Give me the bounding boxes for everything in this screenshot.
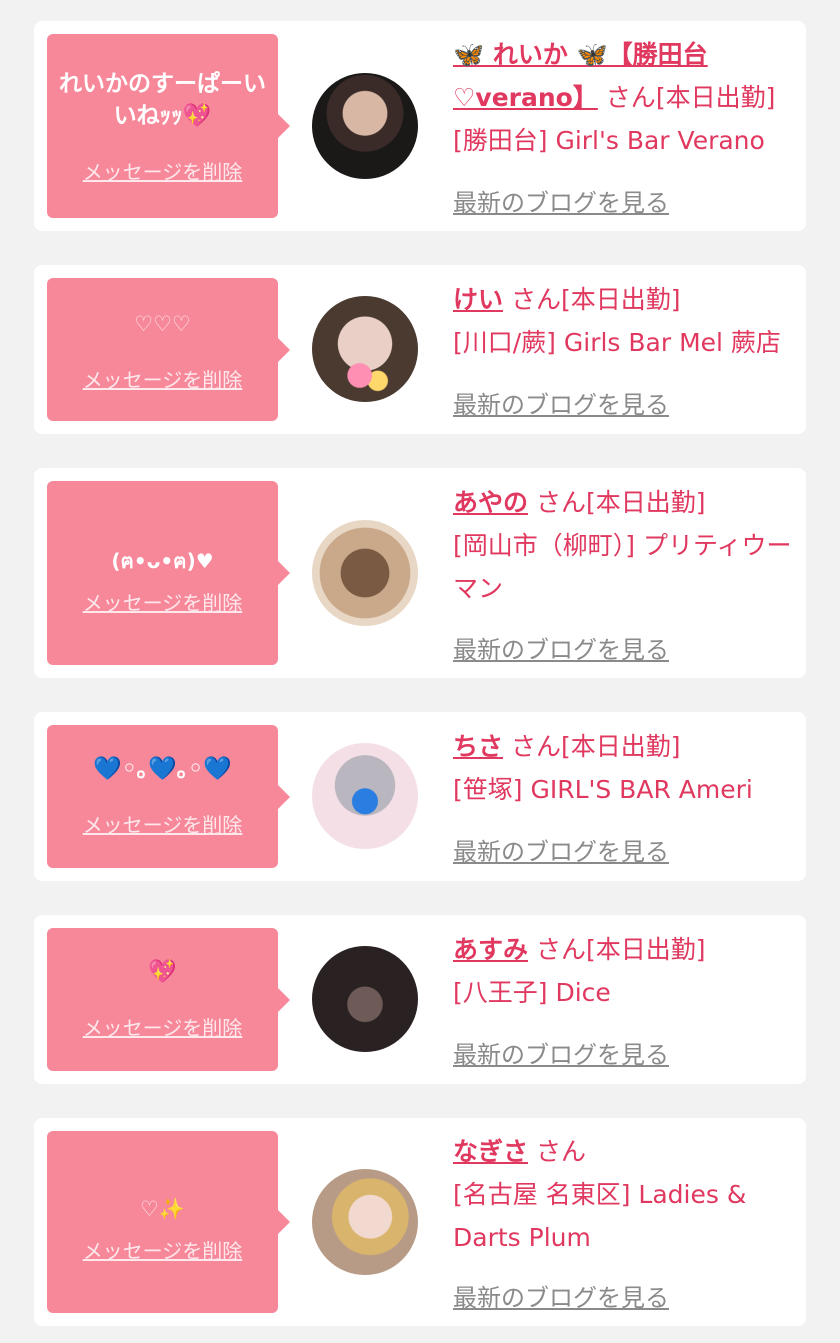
avatar[interactable] xyxy=(312,946,418,1052)
san-suffix: さん xyxy=(605,83,656,112)
girl-name-link[interactable]: なぎさ xyxy=(453,1137,528,1166)
shop-name: [笹塚] GIRL'S BAR Ameri xyxy=(453,775,753,804)
girl-info: あやの さん[本日出勤] [岡山市（柳町）] プリティウーマン xyxy=(453,481,794,610)
girl-name-link[interactable]: あすみ xyxy=(453,935,528,964)
message-text: れいかのすーぱーいいねｯｯ💖 xyxy=(59,71,266,129)
latest-blog-link[interactable]: 最新のブログを見る xyxy=(453,1035,669,1070)
message-bubble: ♡✨ メッセージを削除 xyxy=(47,1131,290,1313)
message-bubble: ♡♡♡ メッセージを削除 xyxy=(47,278,290,421)
message-text: (ฅ•ᴗ•ฅ)♥ xyxy=(111,549,214,573)
delete-message-link[interactable]: メッセージを削除 xyxy=(47,364,278,393)
attendance-status: [本日出勤] xyxy=(560,732,681,761)
delete-message-link[interactable]: メッセージを削除 xyxy=(47,809,278,838)
shop-name: [名古屋 名東区] Ladies & Darts Plum xyxy=(453,1180,747,1252)
avatar[interactable] xyxy=(312,1169,418,1275)
shop-name: [八王子] Dice xyxy=(453,978,611,1007)
san-suffix: さん xyxy=(510,285,561,314)
attendance-status: [本日出勤] xyxy=(585,935,706,964)
attendance-status: [本日出勤] xyxy=(585,488,706,517)
girl-name-link[interactable]: けい xyxy=(453,285,503,314)
girl-name-link[interactable]: あやの xyxy=(453,488,528,517)
avatar[interactable] xyxy=(312,73,418,179)
san-suffix: さん xyxy=(535,488,586,517)
message-bubble: 💖 メッセージを削除 xyxy=(47,928,290,1071)
shop-name: [勝田台] Girl's Bar Verano xyxy=(453,126,765,155)
message-text: 💙◦｡💙｡◦💙 xyxy=(93,756,232,782)
san-suffix: さん xyxy=(535,935,586,964)
latest-blog-link[interactable]: 最新のブログを見る xyxy=(453,385,669,420)
girl-card: (ฅ•ᴗ•ฅ)♥ メッセージを削除 あやの さん[本日出勤] [岡山市（柳町）]… xyxy=(34,468,806,678)
girl-card: ♡♡♡ メッセージを削除 けい さん[本日出勤] [川口/蕨] Girls Ba… xyxy=(34,265,806,434)
delete-message-link[interactable]: メッセージを削除 xyxy=(47,1012,278,1041)
girl-info: けい さん[本日出勤] [川口/蕨] Girls Bar Mel 蕨店 xyxy=(453,278,794,364)
delete-message-link[interactable]: メッセージを削除 xyxy=(47,587,278,616)
message-bubble: れいかのすーぱーいいねｯｯ💖 メッセージを削除 xyxy=(47,34,290,218)
latest-blog-link[interactable]: 最新のブログを見る xyxy=(453,183,669,218)
girl-card: れいかのすーぱーいいねｯｯ💖 メッセージを削除 🦋 れいか 🦋【勝田台♡vera… xyxy=(34,21,806,231)
latest-blog-link[interactable]: 最新のブログを見る xyxy=(453,832,669,867)
delete-message-link[interactable]: メッセージを削除 xyxy=(47,156,278,185)
girl-name-link[interactable]: ちさ xyxy=(453,732,503,761)
girl-card: ♡✨ メッセージを削除 なぎさ さん [名古屋 名東区] Ladies & Da… xyxy=(34,1118,806,1326)
avatar[interactable] xyxy=(312,743,418,849)
attendance-status: [本日出勤] xyxy=(560,285,681,314)
san-suffix: さん xyxy=(535,1137,586,1166)
girl-info: ちさ さん[本日出勤] [笹塚] GIRL'S BAR Ameri xyxy=(453,725,794,811)
girl-info: あすみ さん[本日出勤] [八王子] Dice xyxy=(453,928,794,1014)
shop-name: [岡山市（柳町）] プリティウーマン xyxy=(453,531,792,603)
girl-info: 🦋 れいか 🦋【勝田台♡verano】 さん[本日出勤] [勝田台] Girl'… xyxy=(453,33,794,162)
message-bubble: (ฅ•ᴗ•ฅ)♥ メッセージを削除 xyxy=(47,481,290,665)
message-text: ♡✨ xyxy=(140,1197,185,1221)
latest-blog-link[interactable]: 最新のブログを見る xyxy=(453,1278,669,1313)
delete-message-link[interactable]: メッセージを削除 xyxy=(47,1235,278,1264)
message-text: ♡♡♡ xyxy=(134,312,191,336)
girl-info: なぎさ さん [名古屋 名東区] Ladies & Darts Plum xyxy=(453,1130,794,1259)
girl-card: 💙◦｡💙｡◦💙 メッセージを削除 ちさ さん[本日出勤] [笹塚] GIRL'S… xyxy=(34,712,806,881)
avatar[interactable] xyxy=(312,296,418,402)
message-bubble: 💙◦｡💙｡◦💙 メッセージを削除 xyxy=(47,725,290,868)
avatar[interactable] xyxy=(312,520,418,626)
san-suffix: さん xyxy=(510,732,561,761)
attendance-status: [本日出勤] xyxy=(655,83,776,112)
latest-blog-link[interactable]: 最新のブログを見る xyxy=(453,630,669,665)
message-text: 💖 xyxy=(148,959,177,985)
shop-name: [川口/蕨] Girls Bar Mel 蕨店 xyxy=(453,328,781,357)
girl-card: 💖 メッセージを削除 あすみ さん[本日出勤] [八王子] Dice 最新のブロ… xyxy=(34,915,806,1084)
